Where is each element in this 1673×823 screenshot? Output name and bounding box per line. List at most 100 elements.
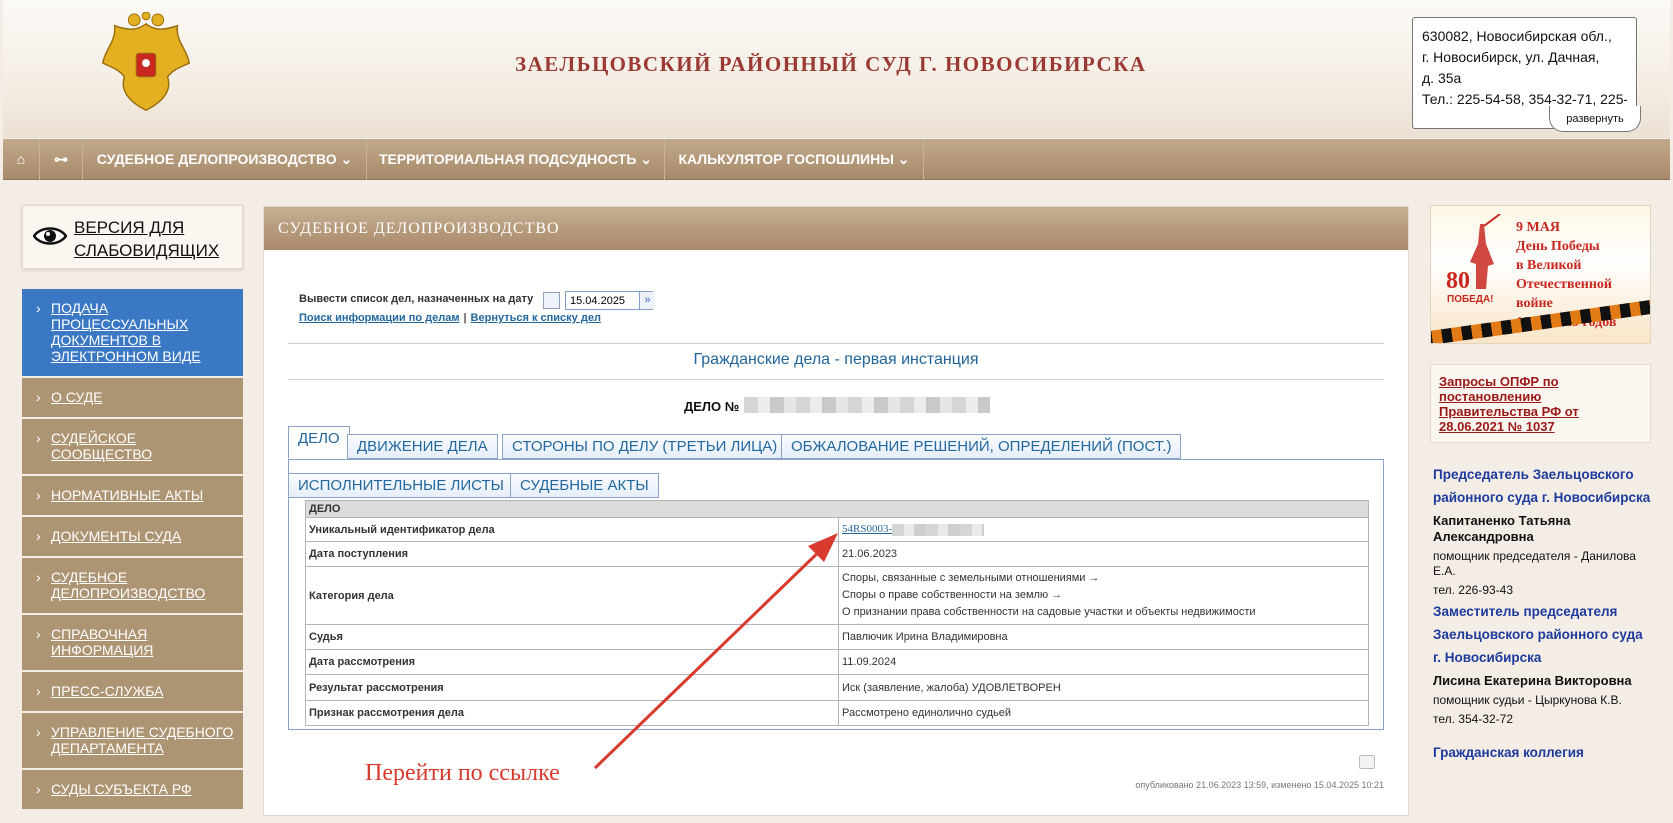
divider: [288, 343, 1384, 344]
low-vision-label[interactable]: ВЕРСИЯ ДЛЯ СЛАБОВИДЯЩИХ: [74, 216, 219, 262]
case-number-redacted: [744, 397, 990, 413]
published-info: опубликовано 21.06.2023 13:59, изменено …: [1135, 780, 1384, 790]
row-key: Признак рассмотрения дела: [305, 700, 839, 726]
top-navigation: ⌂ ⊶ СУДЕБНОЕ ДЕЛОПРОИЗВОДСТВО ⌄ ТЕРРИТОР…: [3, 139, 1670, 180]
table-row: Признак рассмотрения дела Рассмотрено ед…: [305, 700, 1369, 726]
annotation-text: Перейти по ссылке: [365, 760, 560, 786]
nav-territorial-jurisdiction[interactable]: ТЕРРИТОРИАЛЬНАЯ ПОДСУДНОСТЬ ⌄: [367, 139, 665, 180]
calendar-icon[interactable]: [543, 292, 560, 309]
row-value: 54RS0003-: [838, 517, 1369, 542]
address-line: 630082, Новосибирская обл.,: [1422, 28, 1612, 44]
tab-appeals[interactable]: Обжалование решений, определений (пост.): [781, 434, 1182, 459]
table-row: Результат рассмотрения Иск (заявление, ж…: [305, 674, 1369, 701]
address-line: г. Новосибирск, ул. Дачная,: [1422, 49, 1600, 65]
sidebar-item-regional-courts[interactable]: › Суды субъекта РФ: [22, 770, 243, 811]
category-line: Споры, связанные с земельными отношениям…: [842, 572, 1100, 584]
chevron-right-icon: ›: [36, 781, 41, 797]
case-section-title: Гражданские дела - первая инстанция: [693, 351, 979, 368]
row-value: Споры, связанные с земельными отношениям…: [838, 566, 1369, 625]
sidebar-item-documents[interactable]: › Документы суда: [22, 517, 243, 558]
sidebar-menu: › Подача процессуальных документов в элек…: [22, 289, 243, 811]
table-row: Судья Павлючик Ирина Владимировна: [305, 624, 1369, 650]
deputy-name: Лисина Екатерина Викторовна: [1433, 673, 1632, 688]
section-header: СУДЕБНОЕ ДЕЛОПРОИЗВОДСТВО: [264, 207, 1408, 250]
nav-fee-calculator[interactable]: КАЛЬКУЛЯТОР ГОСПОШЛИНЫ ⌄: [665, 139, 924, 180]
table-row: Категория дела Споры, связанные с земель…: [305, 566, 1369, 625]
nav-court-proceedings[interactable]: СУДЕБНОЕ ДЕЛОПРОИЗВОДСТВО ⌄: [83, 139, 367, 180]
row-value: Рассмотрено единолично судьей: [838, 700, 1369, 726]
chair-assistant: помощник председателя - Данилова Е.А.: [1433, 549, 1636, 578]
eye-icon: [33, 227, 67, 245]
civil-board-link[interactable]: Гражданская коллегия: [1433, 741, 1651, 764]
row-key: Результат рассмотрения: [305, 674, 839, 701]
chevron-right-icon: ›: [36, 683, 41, 699]
victory-day-banner[interactable]: 80 ПОБЕДА! 9 МАЯ День Победы в Великой О…: [1430, 205, 1651, 344]
deputy-phone: тел. 354-32-72: [1433, 712, 1514, 726]
coat-of-arms-icon: [101, 12, 191, 112]
court-title: ЗАЕЛЬЦОВСКИЙ РАЙОННЫЙ СУД Г. НОВОСИБИРСК…: [515, 52, 1147, 76]
category-line: Споры о праве собственности на землю →: [842, 589, 1063, 601]
chevron-right-icon: ›: [36, 430, 41, 446]
row-key: Судья: [305, 624, 839, 650]
sidebar-item-press[interactable]: › Пресс-служба: [22, 672, 243, 713]
row-value: 21.06.2023: [838, 541, 1369, 567]
chevron-right-icon: ›: [36, 528, 41, 544]
chevron-right-icon: ›: [36, 626, 41, 642]
sidebar-item-regulations[interactable]: › Нормативные акты: [22, 476, 243, 517]
case-number-label: ДЕЛО №: [684, 399, 740, 414]
tab-writs[interactable]: Исполнительные листы: [288, 473, 514, 498]
case-details-table: ДЕЛО Уникальный идентификатор дела 54RS0…: [305, 500, 1369, 726]
date-filter-label: Вывести список дел, назначенных на дату: [299, 293, 534, 305]
chevron-right-icon: ›: [36, 300, 41, 316]
chevron-right-icon: ›: [36, 569, 41, 585]
search-cases-link[interactable]: Поиск информации по делам: [299, 312, 459, 324]
date-submit-icon[interactable]: »: [639, 292, 655, 309]
deputy-assistant: помощник судьи - Цыркунова К.В.: [1433, 693, 1622, 707]
sidebar-item-about[interactable]: › О суде: [22, 378, 243, 419]
divider: [288, 379, 1384, 380]
address-line: д. 35а: [1422, 70, 1462, 86]
sidebar-item-reference[interactable]: › Справочная информация: [22, 615, 243, 672]
chair-title[interactable]: Председатель Заельцовского районного суд…: [1433, 463, 1651, 509]
court-leadership: Председатель Заельцовского районного суд…: [1433, 463, 1651, 764]
opfr-requests-link[interactable]: Запросы ОПФР по постановлению Правительс…: [1430, 364, 1651, 443]
banner-number: 80: [1446, 268, 1470, 294]
row-value: Павлючик Ирина Владимировна: [838, 624, 1369, 650]
category-line: О признании права собственности на садов…: [842, 606, 1256, 618]
site-header: ЗАЕЛЬЦОВСКИЙ РАЙОННЫЙ СУД Г. НОВОСИБИРСК…: [3, 0, 1670, 138]
tab-case-movement[interactable]: Движение дела: [347, 434, 498, 459]
back-to-list-link[interactable]: Вернуться к списку дел: [471, 312, 601, 324]
tab-parties[interactable]: Стороны по делу (третьи лица): [502, 434, 788, 459]
table-header: ДЕЛО: [305, 500, 1369, 518]
sidebar-item-department[interactable]: › Управление Судебного департамента: [22, 713, 243, 770]
chair-phone: тел. 226-93-43: [1433, 583, 1514, 597]
case-links: Поиск информации по делам | Вернуться к сп…: [299, 312, 601, 324]
deputy-title[interactable]: Заместитель председателя Заельцовского р…: [1433, 600, 1651, 669]
row-key: Уникальный идентификатор дела: [305, 517, 839, 542]
expand-address-button[interactable]: развернуть: [1549, 106, 1641, 132]
table-row: Уникальный идентификатор дела 54RS0003-: [305, 517, 1369, 542]
tab-case[interactable]: Дело: [288, 426, 350, 459]
sidebar-item-proceedings[interactable]: › Судебное делопроизводство: [22, 558, 243, 615]
banner-victory: ПОБЕДА!: [1447, 294, 1494, 305]
chevron-right-icon: ›: [36, 389, 41, 405]
sitemap-icon[interactable]: ⊶: [40, 139, 83, 180]
case-uid-link[interactable]: 54RS0003-: [842, 523, 892, 535]
table-row: Дата рассмотрения 11.09.2024: [305, 649, 1369, 675]
low-vision-version-button[interactable]: ВЕРСИЯ ДЛЯ СЛАБОВИДЯЩИХ: [22, 205, 243, 269]
chevron-right-icon: ›: [36, 487, 41, 503]
main-content: СУДЕБНОЕ ДЕЛОПРОИЗВОДСТВО Вывести список…: [263, 206, 1409, 816]
sidebar-item-judges[interactable]: › Судейское сообщество: [22, 419, 243, 476]
row-key: Дата поступления: [305, 541, 839, 567]
tab-judicial-acts[interactable]: Судебные акты: [510, 473, 659, 498]
row-value: Иск (заявление, жалоба) УДОВЛЕТВОРЕН: [838, 674, 1369, 701]
table-row: Дата поступления 21.06.2023: [305, 541, 1369, 567]
print-icon[interactable]: [1359, 755, 1375, 769]
home-icon[interactable]: ⌂: [3, 139, 40, 180]
sidebar-item-e-filing[interactable]: › Подача процессуальных документов в элек…: [22, 289, 243, 378]
row-value: 11.09.2024: [838, 649, 1369, 675]
chair-name: Капитаненко Татьяна Александровна: [1433, 513, 1571, 544]
row-key: Категория дела: [305, 566, 839, 625]
chevron-right-icon: ›: [36, 724, 41, 740]
row-key: Дата рассмотрения: [305, 649, 839, 675]
